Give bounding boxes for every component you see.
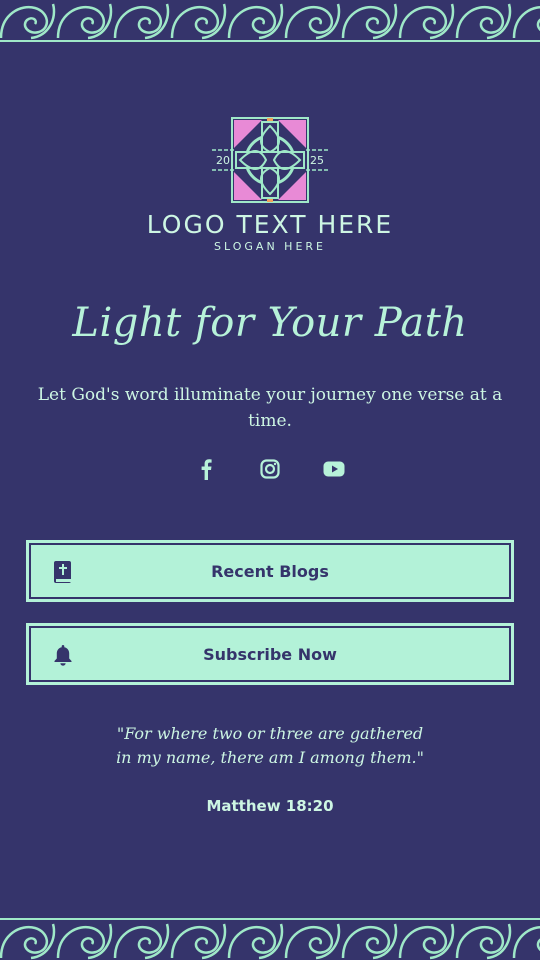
facebook-icon [201, 459, 212, 480]
subscribe-now-label: Subscribe Now [203, 644, 337, 664]
bible-icon [54, 561, 71, 583]
instagram-icon [260, 459, 280, 479]
logo-year-right: 25 [310, 154, 324, 167]
social-links [0, 456, 540, 482]
swirl-ornament [341, 5, 390, 39]
swirl-ornament [512, 926, 540, 959]
logo-year-left: 20 [216, 154, 230, 167]
youtube-icon [323, 461, 345, 477]
bible-verse-quote: "For where two or three are gathered in … [0, 722, 540, 770]
youtube-link[interactable] [321, 456, 347, 482]
swirl-ornament [0, 925, 48, 959]
subscribe-now-button[interactable]: Subscribe Now [26, 623, 514, 685]
logo-slogan: SLOGAN HERE [214, 240, 326, 253]
logo-text: LOGO TEXT HERE [146, 210, 394, 239]
swirl-ornament [398, 5, 447, 39]
brand-logo: 20 25 LOGO TEXT HERE SLOGAN HERE [0, 116, 540, 253]
swirl-ornament [227, 5, 276, 39]
swirl-ornament [341, 925, 390, 959]
swirl-pattern-top [0, 3, 540, 40]
page-headline: Light for Your Path [72, 300, 468, 346]
verse-citation: Matthew 18:20 [206, 797, 334, 815]
swirl-ornament [56, 5, 105, 39]
swirl-ornament [113, 5, 162, 39]
top-ornamental-border [0, 0, 540, 42]
swirl-ornament [455, 5, 504, 39]
verse-line-2: in my name, there am I among them." [116, 748, 424, 767]
swirl-ornament [455, 925, 504, 959]
recent-blogs-button[interactable]: Recent Blogs [26, 540, 514, 602]
page-tagline: Let God's word illuminate your journey o… [37, 385, 503, 431]
swirl-ornament [113, 925, 162, 959]
celtic-cross-logo-icon: 20 25 [212, 117, 328, 203]
swirl-ornament [398, 925, 447, 959]
swirl-ornament [170, 925, 219, 959]
swirl-pattern-bottom [0, 923, 540, 960]
swirl-ornament [512, 6, 540, 39]
swirl-ornament [0, 5, 48, 39]
swirl-ornament [170, 5, 219, 39]
recent-blogs-label: Recent Blogs [211, 561, 329, 581]
bottom-ornamental-border [0, 918, 540, 960]
swirl-ornament [56, 925, 105, 959]
swirl-ornament [284, 925, 333, 959]
swirl-ornament [227, 925, 276, 959]
bell-icon [54, 645, 72, 666]
facebook-link[interactable] [193, 456, 219, 482]
swirl-ornament [284, 5, 333, 39]
instagram-link[interactable] [257, 456, 283, 482]
verse-line-1: "For where two or three are gathered [116, 724, 424, 743]
